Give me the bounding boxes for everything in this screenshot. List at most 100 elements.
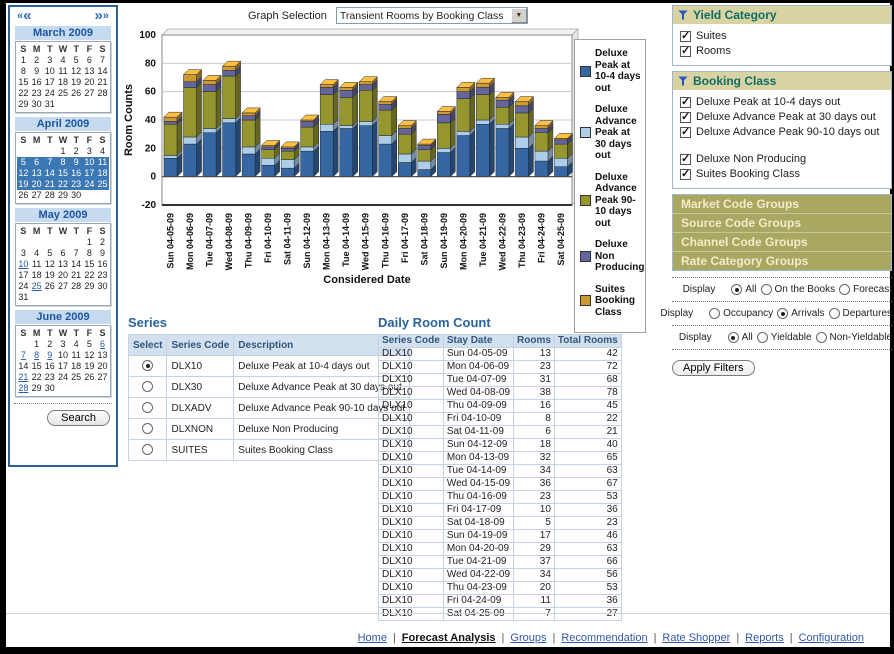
checkbox[interactable] [680, 127, 691, 138]
calendar-day[interactable]: 21 [96, 77, 109, 88]
calendar-day[interactable]: 1 [30, 339, 43, 350]
calendar-day[interactable]: 9 [30, 66, 43, 77]
calendar-day[interactable]: 12 [17, 168, 30, 179]
calendar-day[interactable]: 30 [43, 383, 56, 394]
calendar-day[interactable]: 3 [56, 339, 69, 350]
calendar-day[interactable]: 18 [70, 361, 83, 372]
calendar-day[interactable]: 23 [70, 179, 83, 190]
calendar-day[interactable]: 23 [96, 270, 109, 281]
calendar-day[interactable]: 6 [96, 339, 109, 350]
calendar-day[interactable]: 16 [43, 361, 56, 372]
calendar-day[interactable]: 12 [83, 350, 96, 361]
display-radio[interactable] [829, 308, 840, 319]
calendar-day[interactable]: 20 [83, 77, 96, 88]
calendar-day[interactable]: 17 [83, 168, 96, 179]
checkbox[interactable] [680, 154, 691, 165]
calendar-day[interactable]: 27 [30, 190, 43, 201]
calendar-day[interactable]: 31 [17, 292, 30, 303]
calendar-day[interactable]: 21 [17, 372, 30, 383]
calendar-day[interactable]: 25 [56, 88, 69, 99]
calendar-day[interactable]: 4 [70, 339, 83, 350]
footer-link-recommendation[interactable]: Recommendation [561, 632, 647, 644]
calendar-day[interactable]: 1 [83, 237, 96, 248]
calendar-day[interactable]: 19 [43, 270, 56, 281]
footer-link-groups[interactable]: Groups [510, 632, 546, 644]
calendar-day[interactable]: 7 [17, 350, 30, 361]
calendar-day[interactable]: 6 [30, 157, 43, 168]
footer-link-configuration[interactable]: Configuration [799, 632, 864, 644]
calendar-day[interactable]: 19 [70, 77, 83, 88]
calendar-day[interactable]: 14 [96, 66, 109, 77]
calendar-day[interactable]: 22 [30, 372, 43, 383]
footer-link-rate-shopper[interactable]: Rate Shopper [662, 632, 730, 644]
calendar-day[interactable]: 24 [56, 372, 69, 383]
calendar-day[interactable]: 1 [17, 55, 30, 66]
calendar-day[interactable]: 12 [43, 259, 56, 270]
calendar-day[interactable]: 25 [30, 281, 43, 292]
calendar-day[interactable]: 4 [30, 248, 43, 259]
calendar-day[interactable]: 13 [83, 66, 96, 77]
series-radio[interactable] [142, 423, 153, 434]
calendar-day[interactable]: 28 [70, 281, 83, 292]
display-radio[interactable] [816, 332, 827, 343]
display-radio[interactable] [839, 284, 850, 295]
calendar-day[interactable]: 7 [96, 55, 109, 66]
calendar-day[interactable]: 12 [70, 66, 83, 77]
calendar-day[interactable]: 26 [43, 281, 56, 292]
calendar-day[interactable]: 8 [30, 350, 43, 361]
display-radio[interactable] [728, 332, 739, 343]
calendar-day[interactable]: 16 [30, 77, 43, 88]
calendar-day[interactable]: 18 [30, 270, 43, 281]
calendar-day[interactable]: 26 [17, 190, 30, 201]
group-header-source-code-groups[interactable]: Source Code Groups [673, 214, 891, 233]
calendar-day[interactable]: 25 [70, 372, 83, 383]
checkbox[interactable] [680, 46, 691, 57]
calendar-day[interactable]: 26 [70, 88, 83, 99]
calendar-day[interactable]: 14 [43, 168, 56, 179]
display-option[interactable]: Yieldable [757, 332, 812, 343]
calendar-day[interactable]: 3 [43, 55, 56, 66]
checkbox[interactable] [680, 97, 691, 108]
calendar-day[interactable]: 28 [96, 88, 109, 99]
filter-checkbox-row[interactable]: Deluxe Advance Peak 90-10 days out [680, 126, 885, 138]
filter-checkbox-row[interactable]: Rooms [680, 45, 885, 57]
calendar-day[interactable]: 9 [70, 157, 83, 168]
calendar-day[interactable]: 16 [70, 168, 83, 179]
display-option[interactable]: Non-Yieldable [816, 332, 892, 343]
calendar-day[interactable]: 18 [96, 168, 109, 179]
calendar-day[interactable]: 8 [56, 157, 69, 168]
calendar-day[interactable]: 6 [83, 55, 96, 66]
calendar-day[interactable]: 3 [17, 248, 30, 259]
calendar-day[interactable]: 14 [70, 259, 83, 270]
calendar-day[interactable]: 22 [56, 179, 69, 190]
footer-link-reports[interactable]: Reports [745, 632, 784, 644]
calendar-day[interactable]: 10 [17, 259, 30, 270]
calendar-day[interactable]: 27 [96, 372, 109, 383]
prev-arrow-icon[interactable]: « [23, 9, 31, 23]
calendar-day[interactable]: 24 [83, 179, 96, 190]
calendar-day[interactable]: 2 [43, 339, 56, 350]
series-radio[interactable] [142, 360, 153, 371]
display-radio[interactable] [731, 284, 742, 295]
calendar-day[interactable]: 25 [96, 179, 109, 190]
display-radio[interactable] [757, 332, 768, 343]
calendar-day[interactable]: 8 [83, 248, 96, 259]
display-option[interactable]: On the Books [761, 284, 836, 295]
calendar-day[interactable]: 1 [56, 146, 69, 157]
calendar-day[interactable]: 30 [96, 281, 109, 292]
calendar-day[interactable]: 30 [70, 190, 83, 201]
calendar-day[interactable]: 21 [43, 179, 56, 190]
calendar-day[interactable]: 31 [43, 99, 56, 110]
calendar-day[interactable]: 18 [56, 77, 69, 88]
checkbox[interactable] [680, 169, 691, 180]
calendar-day[interactable]: 15 [17, 77, 30, 88]
calendar-day[interactable]: 22 [17, 88, 30, 99]
footer-link-home[interactable]: Home [358, 632, 387, 644]
calendar-day[interactable]: 2 [70, 146, 83, 157]
series-radio[interactable] [142, 444, 153, 455]
display-option[interactable]: Arrivals [777, 308, 824, 319]
calendar-day[interactable]: 11 [30, 259, 43, 270]
calendar-day[interactable]: 27 [56, 281, 69, 292]
calendar-day[interactable]: 16 [96, 259, 109, 270]
search-button[interactable]: Search [47, 410, 110, 426]
